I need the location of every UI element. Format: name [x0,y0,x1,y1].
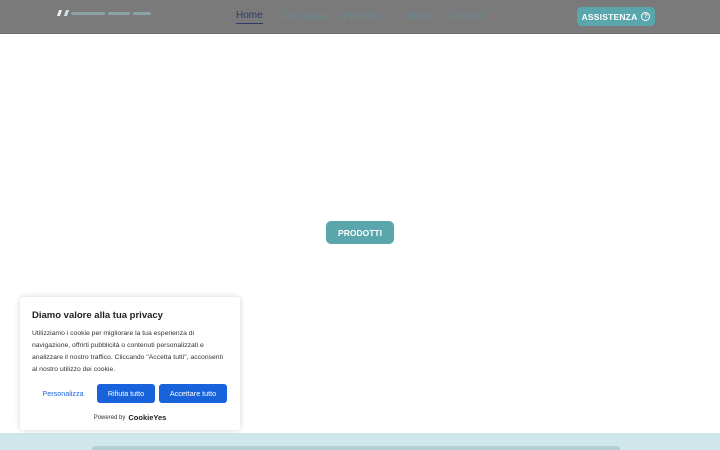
site-header: Home Chi siamo Prodotti ⌄ News Contatti A… [0,0,720,34]
cookie-title: Diamo valore alla tua privacy [32,310,163,321]
nav-item-news[interactable]: News [406,10,431,24]
cookie-actions: Personalizza Rifiuta tutto Accettare tut… [32,384,228,403]
customize-button[interactable]: Personalizza [32,389,94,398]
reject-all-button[interactable]: Rifiuta tutto [97,384,155,403]
main-nav: Home Chi siamo Prodotti ⌄ News Contatti [236,9,502,24]
nav-item-prodotti[interactable]: Prodotti ⌄ [343,10,388,24]
site-logo[interactable] [56,9,162,17]
assistenza-button[interactable]: ASSISTENZA ? [577,7,655,26]
bottom-section [0,433,720,450]
nav-item-home[interactable]: Home [236,9,263,24]
help-icon: ? [641,12,651,21]
cookie-consent-banner: Diamo valore alla tua privacy Utilizziam… [20,297,240,430]
prodotti-button[interactable]: PRODOTTI [326,221,394,244]
faded-text-line [92,446,620,450]
nav-item-contatti[interactable]: Contatti [449,10,483,24]
cookieyes-logo[interactable]: CookieYes [128,413,166,422]
powered-by: Powered by CookieYes [32,413,228,422]
cookie-description: Utilizziamo i cookie per migliorare la t… [32,330,223,373]
nav-item-prodotti-label: Prodotti [343,10,378,22]
nav-item-chi-siamo[interactable]: Chi siamo [281,10,325,24]
powered-by-label: Powered by [93,414,126,421]
logo-mark-icon [56,10,70,16]
assistenza-label: ASSISTENZA [581,11,638,22]
accept-all-button[interactable]: Accettare tutto [159,384,227,403]
chevron-down-icon: ⌄ [381,11,389,21]
